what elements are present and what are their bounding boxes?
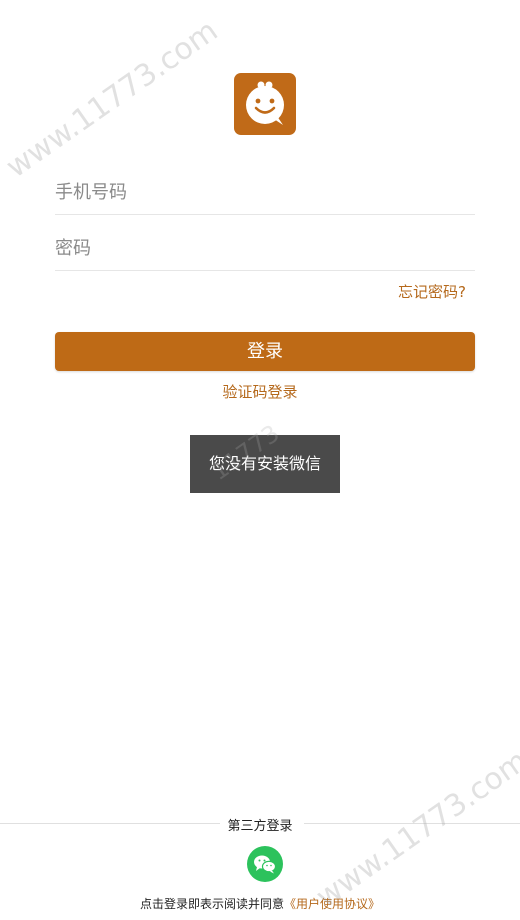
smiley-mascot-icon xyxy=(246,81,284,125)
third-party-divider: 第三方登录 xyxy=(0,814,520,834)
login-button[interactable]: 登录 xyxy=(55,332,475,371)
wechat-icon xyxy=(254,855,277,874)
sms-login-link[interactable]: 验证码登录 xyxy=(0,381,520,402)
app-logo xyxy=(234,73,296,135)
toast-message: 您没有安装微信 xyxy=(190,435,340,493)
phone-field xyxy=(55,158,475,215)
wechat-login-button[interactable] xyxy=(247,846,283,882)
password-input[interactable] xyxy=(55,230,475,266)
agreement-prefix: 点击登录即表示阅读并同意 xyxy=(139,897,284,911)
user-agreement-link[interactable]: 《用户使用协议》 xyxy=(284,897,380,911)
password-field xyxy=(55,214,475,271)
agreement-text: 点击登录即表示阅读并同意《用户使用协议》 xyxy=(0,895,520,912)
third-party-title: 第三方登录 xyxy=(227,819,293,834)
forgot-password-link[interactable]: 忘记密码? xyxy=(398,281,466,302)
phone-input[interactable] xyxy=(55,174,475,210)
